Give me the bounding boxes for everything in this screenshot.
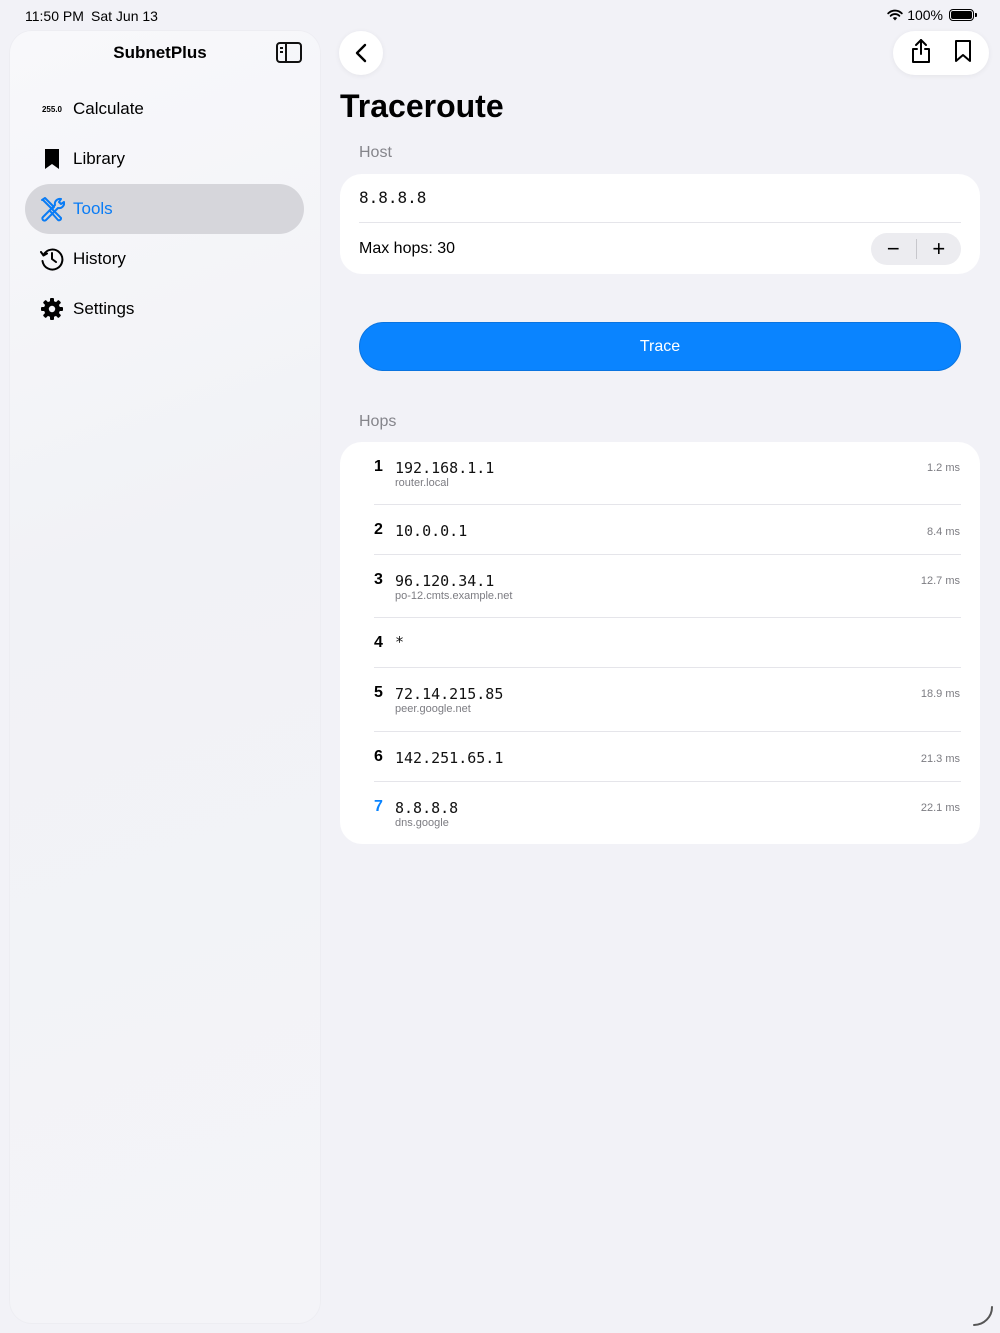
sidebar-item-calculate[interactable]: 255.0 Calculate <box>25 84 304 134</box>
divider <box>359 222 961 223</box>
sidebar-item-label: Settings <box>73 299 135 318</box>
divider <box>374 781 961 782</box>
sidebar-title: SubnetPlus <box>113 43 207 62</box>
hop-latency: 21.3 ms <box>920 753 960 765</box>
host-card: 8.8.8.8 Max hops: 30 − + <box>340 174 980 274</box>
hop-hostname: po-12.cmts.example.net <box>395 590 513 602</box>
sidebar-item-settings[interactable]: Settings <box>25 284 304 334</box>
hop-number: 6 <box>374 748 383 765</box>
hop-ip: 72.14.215.85 <box>395 685 504 703</box>
hops-card: 1 192.168.1.1 router.local 1.2 ms 2 10.0… <box>340 442 980 844</box>
hop-ip: * <box>395 633 405 651</box>
divider <box>374 731 961 732</box>
gear-icon <box>37 294 67 324</box>
hop-hostname: router.local <box>395 477 449 489</box>
bookmark-icon <box>37 144 67 174</box>
host-section-label: Host <box>359 144 392 161</box>
sidebar-item-library[interactable]: Library <box>25 134 304 184</box>
hop-ip: 96.120.34.1 <box>395 572 495 590</box>
bookmark-button[interactable] <box>954 39 972 68</box>
hop-ip: 142.251.65.1 <box>395 749 504 767</box>
status-time: 11:50 PM <box>25 8 84 24</box>
chevron-left-icon <box>355 43 367 63</box>
status-right: 100% <box>887 7 977 23</box>
divider <box>374 667 961 668</box>
hop-latency: 22.1 ms <box>920 802 960 814</box>
hop-number: 4 <box>374 634 383 651</box>
status-date: Sat Jun 13 <box>91 8 158 24</box>
divider <box>374 504 961 505</box>
sidebar-item-label: Tools <box>73 199 113 218</box>
sidebar-toggle-icon[interactable] <box>276 42 302 63</box>
hop-number: 3 <box>374 571 383 588</box>
battery-icon <box>949 9 977 21</box>
sidebar-item-tools[interactable]: Tools <box>25 184 304 234</box>
hop-number: 5 <box>374 684 383 701</box>
hop-number: 7 <box>374 798 383 815</box>
hop-ip: 8.8.8.8 <box>395 799 459 817</box>
hop-latency: 12.7 ms <box>920 575 960 587</box>
hop-number: 1 <box>374 458 383 475</box>
sidebar: SubnetPlus 255.0 Calculate Library Tools <box>10 31 320 1323</box>
sidebar-item-history[interactable]: History <box>25 234 304 284</box>
bookmark-outline-icon <box>955 39 971 62</box>
battery-percent: 100% <box>907 7 943 23</box>
decrement-button[interactable]: − <box>871 233 916 265</box>
hop-latency: 1.2 ms <box>926 462 960 474</box>
hop-hostname: dns.google <box>395 817 449 829</box>
divider <box>374 617 961 618</box>
hop-ip: 192.168.1.1 <box>395 459 495 477</box>
hops-section-label: Hops <box>359 413 397 430</box>
page-title: Traceroute <box>340 88 504 124</box>
max-hops-stepper: − + <box>871 233 961 265</box>
wifi-icon <box>887 9 903 21</box>
sidebar-item-label: Library <box>73 149 125 168</box>
calculate-icon: 255.0 <box>41 104 63 114</box>
trace-button[interactable]: Trace <box>359 322 961 371</box>
resize-handle-icon[interactable] <box>972 1305 994 1327</box>
hop-number: 2 <box>374 521 383 538</box>
history-icon <box>37 244 67 274</box>
hop-latency: 18.9 ms <box>920 688 960 700</box>
increment-button[interactable]: + <box>917 233 962 265</box>
host-input[interactable]: 8.8.8.8 <box>359 188 426 207</box>
tools-icon <box>37 194 67 224</box>
share-button[interactable] <box>910 38 932 69</box>
sidebar-item-label: Calculate <box>73 99 144 118</box>
sidebar-item-label: History <box>73 249 126 268</box>
hop-hostname: peer.google.net <box>395 703 471 715</box>
share-icon <box>912 38 930 63</box>
toolbar-right <box>893 31 989 75</box>
divider <box>374 554 961 555</box>
max-hops-label: Max hops: 30 <box>359 240 456 257</box>
status-bar: 11:50 PM Sat Jun 13 100% <box>0 0 1000 32</box>
hop-ip: 10.0.0.1 <box>395 522 468 540</box>
back-button[interactable] <box>339 31 383 75</box>
hop-latency: 8.4 ms <box>926 526 960 538</box>
